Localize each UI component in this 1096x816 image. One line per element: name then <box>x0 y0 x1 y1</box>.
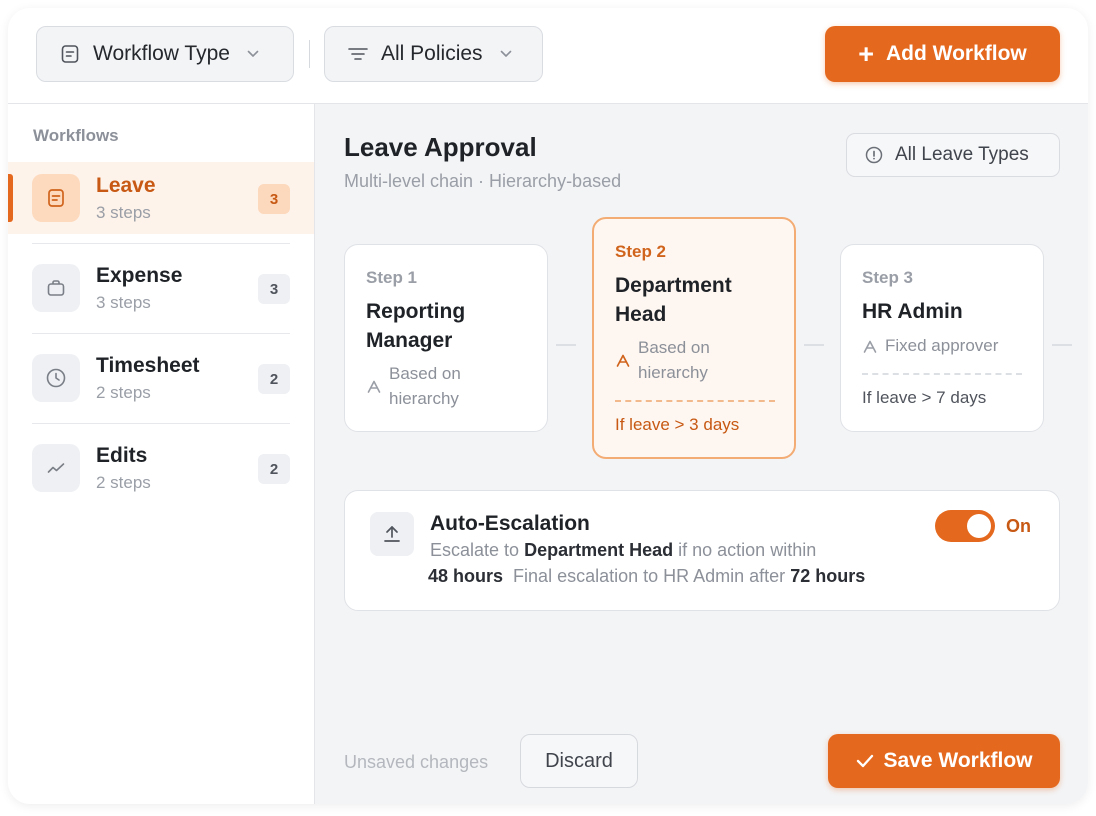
sidebar-item-name: Expense <box>96 264 183 287</box>
toggle-state-label: On <box>1006 516 1031 536</box>
filter-lines-icon <box>347 43 369 65</box>
step-card-2[interactable]: Step 2 Department Head Based on hierarch… <box>592 217 796 459</box>
sidebar-item-steps: 3 steps <box>96 203 151 222</box>
sidebar-item-name: Edits <box>96 444 148 467</box>
escalation-line-2: 48 hours Final escalation to HR Admin af… <box>428 566 865 587</box>
step-title-line: Head <box>615 303 667 326</box>
policies-dropdown[interactable]: All Policies <box>324 26 543 82</box>
workflow-type-label: Workflow Type <box>93 42 230 65</box>
hierarchy-icon <box>616 354 630 367</box>
escalation-target: Department Head <box>524 540 674 560</box>
hierarchy-icon <box>367 380 381 393</box>
sidebar-title: Workflows <box>33 126 119 145</box>
step-condition: If leave > 3 days <box>615 415 740 434</box>
escalation-line-1: Escalate to Department Head if no action… <box>430 540 816 561</box>
sidebar-item-steps: 3 steps <box>96 293 151 312</box>
clock-icon <box>32 354 80 402</box>
step-description-line: Based on <box>389 364 461 383</box>
step-description-line: hierarchy <box>638 363 708 382</box>
page-subtitle: Multi-level chain · Hierarchy-based <box>344 171 622 191</box>
policies-label: All Policies <box>381 42 483 65</box>
workflow-type-dropdown[interactable]: Workflow Type <box>36 26 294 82</box>
condition-divider <box>862 373 1022 375</box>
step-title: Reporting Manager <box>366 297 465 355</box>
step-condition: If leave > 7 days <box>862 388 987 407</box>
step-title-line: Department <box>615 274 732 297</box>
sidebar-item-steps: 2 steps <box>96 473 151 492</box>
escalation-toggle[interactable] <box>935 510 995 542</box>
step-label: Step 3 <box>862 268 914 287</box>
document-icon <box>59 43 81 65</box>
sidebar-item-name: Leave <box>96 174 156 197</box>
step-description: Based on hierarchy <box>638 335 710 385</box>
active-indicator <box>8 174 13 222</box>
step-description-line: Based on <box>638 338 710 357</box>
step-label: Step 1 <box>366 268 418 287</box>
add-workflow-button[interactable]: + Add Workflow <box>825 26 1060 82</box>
final-escalation-time: 72 hours <box>790 566 866 586</box>
leave-types-filter-button[interactable]: All Leave Types <box>846 133 1060 177</box>
add-workflow-label: Add Workflow <box>886 42 1027 65</box>
workflow-editor-card: Workflow Type All Policies + Add Workflo… <box>8 8 1088 804</box>
toolbar-divider <box>309 40 310 68</box>
step-description: Fixed approver <box>885 336 999 355</box>
step-title-line: HR Admin <box>862 300 963 323</box>
step-description: Based on hierarchy <box>389 361 461 411</box>
hierarchy-icon <box>863 340 877 353</box>
sidebar-divider <box>32 243 290 244</box>
sidebar-item-name: Timesheet <box>96 354 200 377</box>
sidebar-divider <box>32 423 290 424</box>
escalation-prefix: Escalate to <box>430 540 520 560</box>
step-connector <box>804 344 824 346</box>
sidebar-item-leave[interactable]: Leave 3 steps 3 <box>8 162 314 234</box>
briefcase-icon <box>32 264 80 312</box>
save-workflow-button[interactable]: Save Workflow <box>828 734 1060 788</box>
sidebar-item-expense[interactable]: Expense 3 steps 3 <box>8 252 314 324</box>
final-escalation-text: Final escalation to HR Admin after <box>513 566 786 586</box>
plus-icon: + <box>858 38 874 69</box>
step-connector <box>556 344 576 346</box>
escalation-title: Auto-Escalation <box>430 512 590 535</box>
sidebar-item-edits[interactable]: Edits 2 steps 2 <box>8 432 314 504</box>
trend-icon <box>32 444 80 492</box>
unsaved-status: Unsaved changes <box>344 752 489 772</box>
leave-types-label: All Leave Types <box>895 144 1029 165</box>
check-icon <box>856 754 874 768</box>
step-count-badge: 3 <box>258 274 290 304</box>
toggle-knob <box>967 514 991 538</box>
chevron-down-icon <box>246 47 260 61</box>
document-icon <box>32 174 80 222</box>
workflow-detail-panel: Leave Approval Multi-level chain · Hiera… <box>315 104 1088 804</box>
step-title-line: Manager <box>366 329 453 352</box>
workflow-sidebar: Workflows Leave 3 steps 3 Expense 3 step… <box>8 104 315 804</box>
step-count-badge: 3 <box>258 184 290 214</box>
step-description-line: hierarchy <box>389 389 459 408</box>
step-card-1[interactable]: Step 1 Reporting Manager Based on hierar… <box>344 244 548 432</box>
auto-escalation-card: Auto-Escalation Escalate to Department H… <box>344 490 1060 611</box>
chevron-down-icon <box>499 47 513 61</box>
sidebar-item-steps: 2 steps <box>96 383 151 402</box>
toolbar: Workflow Type All Policies + Add Workflo… <box>8 8 1088 104</box>
sidebar-item-timesheet[interactable]: Timesheet 2 steps 2 <box>8 342 314 414</box>
step-count-badge: 2 <box>258 364 290 394</box>
discard-button[interactable]: Discard <box>520 734 638 788</box>
step-connector <box>1052 344 1072 346</box>
step-title: Department Head <box>615 271 732 329</box>
info-icon <box>865 146 883 164</box>
condition-divider <box>615 400 775 402</box>
escalation-suffix: if no action within <box>678 540 817 560</box>
step-count-badge: 2 <box>258 454 290 484</box>
step-card-3[interactable]: Step 3 HR Admin Fixed approver If leave … <box>840 244 1044 432</box>
save-workflow-label: Save Workflow <box>883 749 1033 772</box>
upload-arrow-icon <box>370 512 414 556</box>
first-escalation-time: 48 hours <box>428 566 504 586</box>
step-title: HR Admin <box>862 297 963 326</box>
step-title-line: Reporting <box>366 300 466 323</box>
sidebar-divider <box>32 333 290 334</box>
page-title: Leave Approval <box>344 132 537 162</box>
step-label: Step 2 <box>615 242 667 261</box>
